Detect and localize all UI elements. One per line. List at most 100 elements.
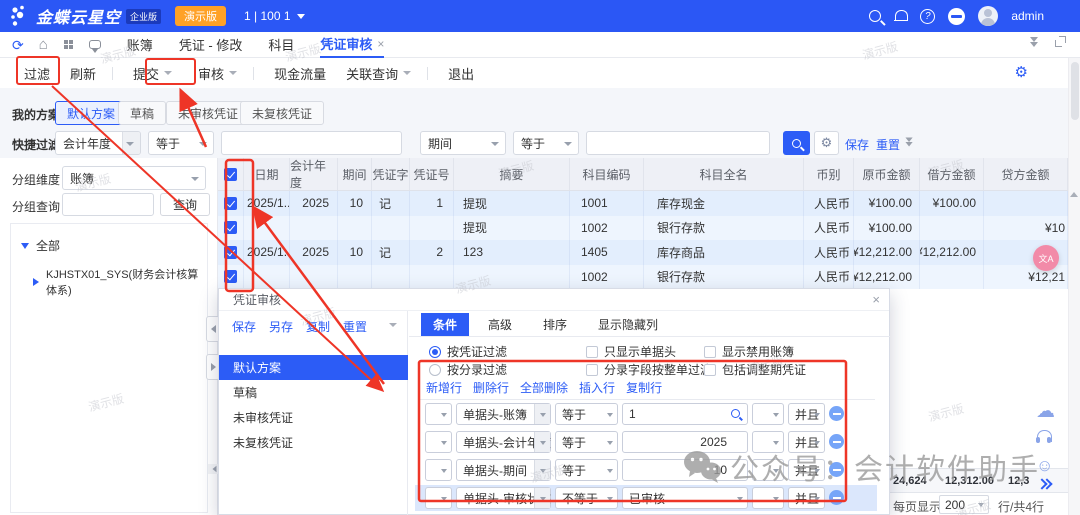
chevron-down-icon[interactable] bbox=[389, 323, 397, 327]
cond-conjunction-select[interactable]: 并且 bbox=[788, 431, 825, 453]
smiley-icon[interactable]: ☺ bbox=[1036, 456, 1053, 476]
scheme-reset-link[interactable]: 重置 bbox=[343, 318, 367, 335]
tree-node-all[interactable]: 全部 bbox=[21, 237, 60, 254]
col-date[interactable]: 日期 bbox=[244, 158, 290, 190]
delete-all-link[interactable]: 全部删除 bbox=[520, 379, 568, 396]
apps-grid-icon[interactable] bbox=[64, 40, 73, 49]
scroll-up-icon[interactable] bbox=[1070, 192, 1078, 197]
cashflow-button[interactable]: 现金流量 bbox=[274, 64, 326, 83]
plan-draft-button[interactable]: 草稿 bbox=[118, 101, 166, 125]
quick-op1-select[interactable]: 等于 bbox=[148, 131, 214, 155]
cond-value-input[interactable] bbox=[622, 459, 748, 481]
select-all-checkbox[interactable] bbox=[218, 158, 244, 190]
cond-value-select[interactable]: 已审核 bbox=[622, 487, 748, 509]
search-icon[interactable] bbox=[869, 10, 881, 22]
add-row-link[interactable]: 新增行 bbox=[426, 379, 462, 396]
col-account-code[interactable]: 科目编码 bbox=[570, 158, 644, 190]
cond-extra-select[interactable] bbox=[752, 459, 784, 481]
dialog-tab-columns[interactable]: 显示隐藏列 bbox=[586, 313, 670, 336]
quick-op2-select[interactable]: 等于 bbox=[513, 131, 579, 155]
dialog-title-bar[interactable]: 凭证审核 × bbox=[219, 289, 889, 311]
cloud-icon[interactable]: ☁ bbox=[1036, 400, 1055, 423]
scheme-item-draft[interactable]: 草稿 bbox=[219, 380, 408, 405]
close-icon[interactable]: × bbox=[872, 292, 880, 307]
user-avatar[interactable] bbox=[978, 6, 998, 26]
remove-row-icon[interactable] bbox=[829, 406, 844, 421]
more-filters-icon[interactable] bbox=[905, 138, 913, 147]
plan-unreviewed-button[interactable]: 未复核凭证 bbox=[240, 101, 324, 125]
user-name[interactable]: admin bbox=[1011, 9, 1044, 23]
col-voucher-word[interactable]: 凭证字 bbox=[372, 158, 410, 190]
tab-accounts[interactable]: 科目 bbox=[268, 32, 294, 58]
quick-field2-select[interactable]: 期间 bbox=[420, 131, 506, 155]
cond-left-select[interactable] bbox=[425, 403, 452, 425]
minimize-pill-icon[interactable] bbox=[948, 8, 965, 25]
fullscreen-icon[interactable] bbox=[1055, 36, 1066, 47]
remove-row-icon[interactable] bbox=[829, 462, 844, 477]
reset-filter-link[interactable]: 重置 bbox=[876, 136, 900, 153]
col-period[interactable]: 期间 bbox=[338, 158, 372, 190]
copy-row-link[interactable]: 复制行 bbox=[626, 379, 662, 396]
cond-op-select[interactable]: 等于 bbox=[555, 431, 618, 453]
translate-icon[interactable] bbox=[1033, 245, 1059, 271]
cond-op-select[interactable]: 等于 bbox=[555, 403, 618, 425]
col-credit-amount[interactable]: 贷方金额 bbox=[984, 158, 1068, 190]
quick-value1-input[interactable] bbox=[221, 131, 402, 155]
vertical-scrollbar[interactable] bbox=[1068, 58, 1080, 515]
row-checkbox[interactable] bbox=[224, 270, 237, 283]
table-row[interactable]: 2025/1... 2025 10 记 2 123 1405 库存商品 人民币 … bbox=[218, 240, 1068, 265]
col-account-name[interactable]: 科目全名 bbox=[644, 158, 804, 190]
insert-row-link[interactable]: 插入行 bbox=[579, 379, 615, 396]
plan-unaudited-button[interactable]: 未审核凭证 bbox=[166, 101, 250, 125]
scheme-copy-link[interactable]: 复制 bbox=[306, 318, 330, 335]
cond-conjunction-select[interactable]: 并且 bbox=[788, 403, 825, 425]
home-icon[interactable]: ⌂ bbox=[39, 37, 48, 52]
cond-op-select[interactable]: 等于 bbox=[555, 459, 618, 481]
remove-row-icon[interactable] bbox=[829, 434, 844, 449]
check-entry-whole-filter[interactable]: 分录字段按整单过滤 bbox=[586, 361, 712, 378]
cond-field-select[interactable]: 单据头-会计年度 bbox=[456, 431, 551, 453]
table-row[interactable]: 2025/1... 2025 10 记 1 提现 1001 库存现金 人民币 ¥… bbox=[218, 191, 1068, 216]
col-original-amount[interactable]: 原币金额 bbox=[854, 158, 920, 190]
row-checkbox[interactable] bbox=[224, 221, 237, 234]
tab-voucher-edit[interactable]: 凭证 - 修改 bbox=[179, 32, 243, 58]
help-icon[interactable] bbox=[920, 9, 935, 24]
refresh-button[interactable]: 刷新 bbox=[70, 64, 96, 83]
search-icon[interactable] bbox=[731, 409, 740, 418]
col-year[interactable]: 会计年度 bbox=[290, 158, 338, 190]
per-page-select[interactable]: 200 bbox=[939, 495, 989, 514]
notification-bell-icon[interactable] bbox=[894, 10, 907, 23]
dialog-tab-conditions[interactable]: 条件 bbox=[421, 313, 469, 336]
tree-collapsed-icon[interactable] bbox=[33, 278, 39, 286]
tree-node-accounting-system[interactable]: KJHSTX01_SYS(财务会计核算体系) bbox=[33, 266, 207, 298]
group-query-input[interactable] bbox=[62, 193, 154, 216]
remove-row-icon[interactable] bbox=[829, 490, 844, 505]
quick-search-button[interactable] bbox=[783, 131, 810, 155]
cond-extra-select[interactable] bbox=[752, 431, 784, 453]
check-show-disabled-books[interactable]: 显示禁用账簿 bbox=[704, 343, 794, 360]
quick-value2-input[interactable] bbox=[586, 131, 770, 155]
cond-field-select[interactable]: 单据头-审核状态 bbox=[456, 487, 551, 509]
sync-icon[interactable]: ⟳ bbox=[12, 38, 24, 52]
exit-button[interactable]: 退出 bbox=[448, 64, 474, 83]
check-only-header[interactable]: 只显示单据头 bbox=[586, 343, 676, 360]
quick-field1-select[interactable]: 会计年度 bbox=[55, 131, 141, 155]
scheme-saveas-link[interactable]: 另存 bbox=[269, 318, 293, 335]
cond-left-select[interactable] bbox=[425, 487, 452, 509]
cond-conjunction-select[interactable]: 并且 bbox=[788, 459, 825, 481]
table-row[interactable]: 1002 银行存款 人民币 ¥12,212.00 ¥12,21 bbox=[218, 265, 1068, 290]
cond-field-select[interactable]: 单据头-账簿 bbox=[456, 403, 551, 425]
filter-button[interactable]: 过滤 bbox=[24, 64, 50, 83]
check-include-adjust-period[interactable]: 包括调整期凭证 bbox=[704, 361, 806, 378]
row-checkbox[interactable] bbox=[224, 197, 237, 210]
save-filter-link[interactable]: 保存 bbox=[845, 136, 869, 153]
dialog-tab-sort[interactable]: 排序 bbox=[531, 313, 579, 336]
cond-left-select[interactable] bbox=[425, 431, 452, 453]
cond-value-input[interactable] bbox=[622, 403, 748, 425]
scheme-save-link[interactable]: 保存 bbox=[232, 318, 256, 335]
tab-ledger[interactable]: 账簿 bbox=[127, 32, 153, 58]
dialog-tab-advanced[interactable]: 高级 bbox=[476, 313, 524, 336]
close-tab-icon[interactable]: × bbox=[377, 37, 384, 51]
cond-value-input[interactable] bbox=[622, 431, 748, 453]
group-dimension-select[interactable]: 账簿 bbox=[62, 166, 206, 190]
